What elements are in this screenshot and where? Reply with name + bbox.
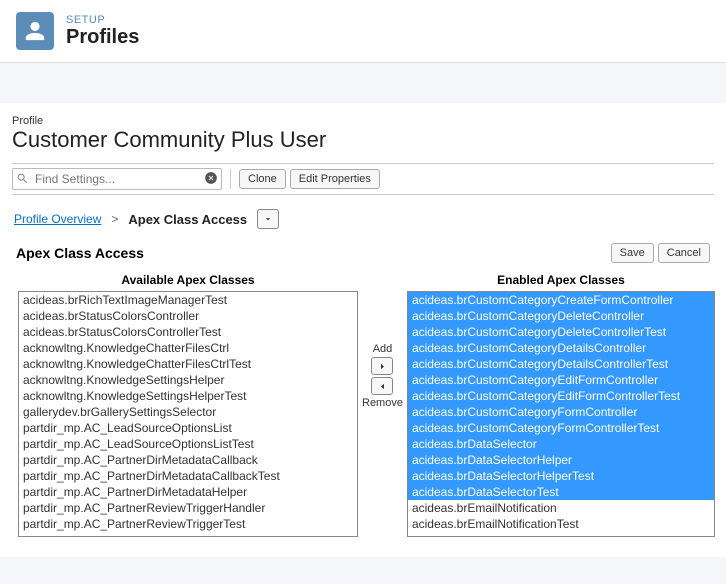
list-item[interactable]: acideas.brRichTextImageManagerTest — [19, 292, 357, 308]
toolbar: Clone Edit Properties — [12, 163, 714, 195]
search-input[interactable] — [12, 168, 222, 190]
list-item[interactable]: acknowltng.KnowledgeChatterFilesCtrlTest — [19, 356, 357, 372]
shuttle-controls: Add Remove — [362, 273, 403, 409]
list-item[interactable]: acideas.brCustomCategoryDetailsControlle… — [408, 356, 714, 372]
list-item[interactable]: acideas.brDataSelector — [408, 436, 714, 452]
list-item[interactable]: acideas.brCustomCategoryDeleteController — [408, 308, 714, 324]
list-item[interactable]: partdir_mp.AC_PartnerReviewTriggerHandle… — [19, 500, 357, 516]
list-item[interactable]: acideas.brStatusColorsController — [19, 308, 357, 324]
profile-icon — [16, 12, 54, 50]
breadcrumb-dropdown[interactable] — [257, 209, 279, 229]
list-item[interactable]: partdir_mp.AC_PartnerReviewTriggerTest — [19, 516, 357, 532]
arrow-left-icon — [378, 382, 387, 391]
list-item[interactable]: acknowltng.KnowledgeSettingsHelper — [19, 372, 357, 388]
remove-button[interactable] — [371, 377, 393, 395]
list-item[interactable]: partdir_mp.AC_LeadSourceOptionsList — [19, 420, 357, 436]
list-item[interactable]: acideas.brCustomCategoryEditFormControll… — [408, 388, 714, 404]
search-box — [12, 168, 222, 190]
list-item[interactable]: acideas.brCustomCategoryCreateFormContro… — [408, 292, 714, 308]
list-item[interactable]: acknowltng.KnowledgeChatterFilesCtrl — [19, 340, 357, 356]
enabled-listbox[interactable]: acideas.brCustomCategoryCreateFormContro… — [407, 291, 715, 537]
profile-caption: Profile — [12, 111, 714, 127]
arrow-right-icon — [378, 362, 387, 371]
list-item[interactable]: acideas.brCustomCategoryDetailsControlle… — [408, 340, 714, 356]
list-item[interactable]: acideas.brCustomCategoryDeleteController… — [408, 324, 714, 340]
breadcrumb-current: Apex Class Access — [128, 212, 247, 227]
list-item[interactable]: acideas.brCustomCategoryFormController — [408, 404, 714, 420]
list-item[interactable]: gallerydev.brGallerySettingsSelector — [19, 404, 357, 420]
available-label: Available Apex Classes — [18, 273, 358, 291]
add-label: Add — [373, 343, 393, 355]
breadcrumb: Profile Overview > Apex Class Access — [12, 195, 714, 239]
profile-name: Customer Community Plus User — [12, 127, 714, 153]
clear-icon[interactable] — [204, 171, 218, 185]
breadcrumb-overview-link[interactable]: Profile Overview — [14, 212, 101, 226]
clone-button[interactable]: Clone — [239, 169, 286, 189]
list-item[interactable]: partdir_mp.AC_PartnerDirMetadataCallback — [19, 452, 357, 468]
breadcrumb-separator: > — [111, 212, 118, 226]
section-title: Apex Class Access — [16, 245, 144, 261]
list-item[interactable]: acknowltng.KnowledgeSettingsHelperTest — [19, 388, 357, 404]
divider — [230, 169, 231, 189]
list-item[interactable]: acideas.brEmailNotificationTest — [408, 516, 714, 532]
cancel-button[interactable]: Cancel — [658, 243, 710, 263]
edit-properties-button[interactable]: Edit Properties — [290, 169, 380, 189]
list-item[interactable]: partdir_mp.AC_LeadSourceOptionsListTest — [19, 436, 357, 452]
list-item[interactable]: partdir_mp.AC_PartnerDirMetadataCallback… — [19, 468, 357, 484]
dual-listbox: Available Apex Classes acideas.brRichTex… — [12, 273, 714, 537]
list-item[interactable]: acideas.brEmailNotification — [408, 500, 714, 516]
list-item[interactable]: acideas.brStatusColorsControllerTest — [19, 324, 357, 340]
list-item[interactable]: acideas.brCustomCategoryEditFormControll… — [408, 372, 714, 388]
list-item[interactable]: acideas.brCustomCategoryFormControllerTe… — [408, 420, 714, 436]
save-button[interactable]: Save — [611, 243, 654, 263]
page-title: Profiles — [66, 26, 139, 49]
add-button[interactable] — [371, 357, 393, 375]
list-item[interactable]: acideas.brDataSelectorTest — [408, 484, 714, 500]
list-item[interactable]: acideas.brDataSelectorHelper — [408, 452, 714, 468]
setup-label: SETUP — [66, 14, 139, 26]
search-icon — [16, 172, 29, 185]
page-header: SETUP Profiles — [0, 0, 726, 63]
section-header-row: Apex Class Access Save Cancel — [12, 239, 714, 273]
content-panel: Profile Customer Community Plus User Clo… — [0, 103, 726, 557]
list-item[interactable]: partdir_mp.AC_PartnerDirMetadataHelper — [19, 484, 357, 500]
enabled-label: Enabled Apex Classes — [407, 273, 715, 291]
chevron-down-icon — [263, 214, 273, 224]
available-listbox[interactable]: acideas.brRichTextImageManagerTestacidea… — [18, 291, 358, 537]
list-item[interactable]: acideas.brDataSelectorHelperTest — [408, 468, 714, 484]
remove-label: Remove — [362, 397, 403, 409]
